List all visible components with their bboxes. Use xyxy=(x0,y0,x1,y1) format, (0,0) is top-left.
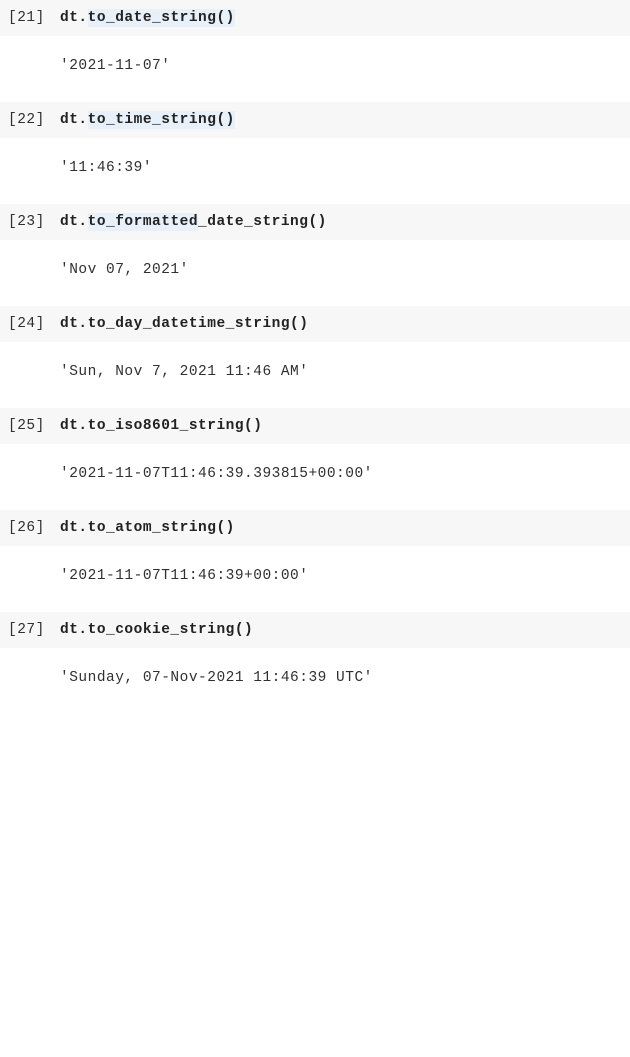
code-prefix: dt.to_day_datetime_string() xyxy=(60,316,308,332)
input-row[interactable]: [23] dt.to_formatted_date_string() xyxy=(0,204,630,240)
input-code[interactable]: dt.to_atom_string() xyxy=(60,520,235,536)
input-prompt: [26] xyxy=(8,520,60,536)
notebook-cell: [24] dt.to_day_datetime_string()[00] 'Su… xyxy=(0,306,630,408)
output-row: [00] 'Sun, Nov 7, 2021 11:46 AM' xyxy=(0,342,630,408)
code-prefix: dt. xyxy=(60,214,88,230)
output-text: '2021-11-07T11:46:39+00:00' xyxy=(60,568,308,584)
output-row: [00] 'Sunday, 07-Nov-2021 11:46:39 UTC' xyxy=(0,648,630,714)
input-code[interactable]: dt.to_formatted_date_string() xyxy=(60,214,327,230)
code-prefix: dt.to_cookie_string() xyxy=(60,622,253,638)
input-code[interactable]: dt.to_time_string() xyxy=(60,112,235,128)
output-row: [00] '2021-11-07' xyxy=(0,36,630,102)
input-code[interactable]: dt.to_cookie_string() xyxy=(60,622,253,638)
input-prompt: [22] xyxy=(8,112,60,128)
output-row: [00] 'Nov 07, 2021' xyxy=(0,240,630,306)
notebook-cell: [21] dt.to_date_string()[00] '2021-11-07… xyxy=(0,0,630,102)
notebook-cell: [22] dt.to_time_string()[00] '11:46:39' xyxy=(0,102,630,204)
code-prefix: dt. xyxy=(60,112,88,128)
notebook-cell: [27] dt.to_cookie_string()[00] 'Sunday, … xyxy=(0,612,630,714)
output-text: 'Sun, Nov 7, 2021 11:46 AM' xyxy=(60,364,308,380)
code-highlight: to_time_string() xyxy=(88,111,235,129)
notebook-cell: [26] dt.to_atom_string()[00] '2021-11-07… xyxy=(0,510,630,612)
code-highlight: to_date_string() xyxy=(88,9,235,27)
notebook-cell: [23] dt.to_formatted_date_string()[00] '… xyxy=(0,204,630,306)
code-prefix: dt.to_atom_string() xyxy=(60,520,235,536)
input-code[interactable]: dt.to_iso8601_string() xyxy=(60,418,262,434)
output-text: '2021-11-07T11:46:39.393815+00:00' xyxy=(60,466,373,482)
input-row[interactable]: [21] dt.to_date_string() xyxy=(0,0,630,36)
input-row[interactable]: [27] dt.to_cookie_string() xyxy=(0,612,630,648)
input-prompt: [23] xyxy=(8,214,60,230)
output-text: '2021-11-07' xyxy=(60,58,170,74)
input-code[interactable]: dt.to_date_string() xyxy=(60,10,235,26)
code-prefix: dt. xyxy=(60,10,88,26)
input-prompt: [25] xyxy=(8,418,60,434)
notebook-cell: [25] dt.to_iso8601_string()[00] '2021-11… xyxy=(0,408,630,510)
output-text: '11:46:39' xyxy=(60,160,152,176)
input-code[interactable]: dt.to_day_datetime_string() xyxy=(60,316,308,332)
input-row[interactable]: [25] dt.to_iso8601_string() xyxy=(0,408,630,444)
output-row: [00] '11:46:39' xyxy=(0,138,630,204)
input-prompt: [27] xyxy=(8,622,60,638)
output-row: [00] '2021-11-07T11:46:39+00:00' xyxy=(0,546,630,612)
input-row[interactable]: [22] dt.to_time_string() xyxy=(0,102,630,138)
code-prefix: dt.to_iso8601_string() xyxy=(60,418,262,434)
input-prompt: [21] xyxy=(8,10,60,26)
code-highlight: to_formatted xyxy=(88,213,198,231)
output-row: [00] '2021-11-07T11:46:39.393815+00:00' xyxy=(0,444,630,510)
input-prompt: [24] xyxy=(8,316,60,332)
code-suffix: _date_string() xyxy=(198,214,327,230)
input-row[interactable]: [24] dt.to_day_datetime_string() xyxy=(0,306,630,342)
output-text: 'Nov 07, 2021' xyxy=(60,262,189,278)
output-text: 'Sunday, 07-Nov-2021 11:46:39 UTC' xyxy=(60,670,373,686)
input-row[interactable]: [26] dt.to_atom_string() xyxy=(0,510,630,546)
